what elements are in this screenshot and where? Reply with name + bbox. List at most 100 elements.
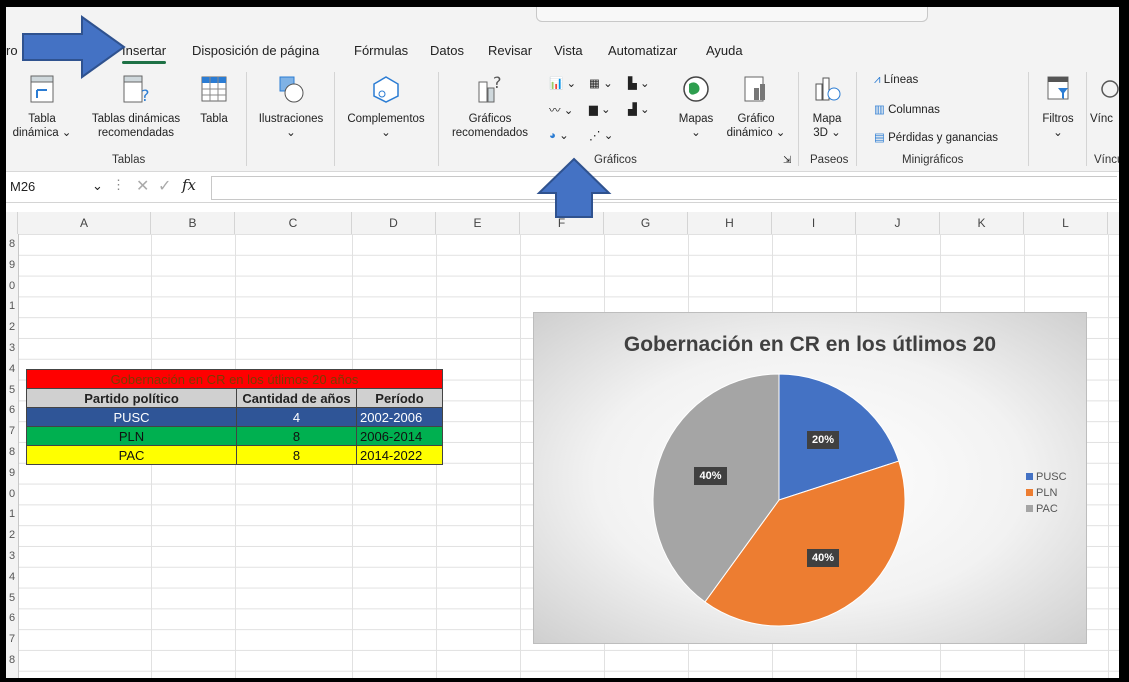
cell-years[interactable]: 8 <box>236 426 357 446</box>
header-period[interactable]: Período <box>356 388 443 408</box>
cell-party[interactable]: PAC <box>26 445 237 465</box>
column-header[interactable]: A <box>18 212 151 234</box>
row-header[interactable]: 8 <box>6 654 18 666</box>
cancel-icon[interactable]: ✕ <box>136 176 149 196</box>
row-header[interactable]: 0 <box>6 488 18 500</box>
data-label-pln[interactable]: 40% <box>806 549 839 568</box>
row-header[interactable]: 1 <box>6 300 18 312</box>
select-all-corner[interactable] <box>6 212 18 234</box>
sparkline-lines-button[interactable]: ⩘ Líneas <box>874 74 918 87</box>
cell-period[interactable]: 2002-2006 <box>356 407 443 427</box>
tab-automate[interactable]: Automatizar <box>608 43 677 58</box>
tab-help[interactable]: Ayuda <box>706 43 743 58</box>
name-box[interactable]: M26 <box>6 176 105 198</box>
pivot-table-button[interactable]: Tabla dinámica ⌄ <box>12 74 72 140</box>
chart-legend[interactable]: PUSC PLN PAC <box>1026 471 1067 519</box>
tab-view[interactable]: Vista <box>554 43 583 58</box>
tab-file[interactable]: ro <box>6 43 18 58</box>
row-header[interactable]: 2 <box>6 529 18 541</box>
column-header[interactable]: L <box>1024 212 1108 234</box>
row-header[interactable]: 9 <box>6 467 18 479</box>
formula-input[interactable] <box>211 176 1117 200</box>
header-years[interactable]: Cantidad de años <box>236 388 357 408</box>
enter-icon[interactable]: ✓ <box>158 176 171 196</box>
column-header[interactable]: I <box>772 212 856 234</box>
cell-period[interactable]: 2014-2022 <box>356 445 443 465</box>
pie-svg <box>652 373 906 627</box>
search-box[interactable] <box>536 7 928 22</box>
column-header[interactable]: H <box>688 212 772 234</box>
table-button[interactable]: Tabla <box>194 74 234 126</box>
tab-page-layout[interactable]: Disposición de página <box>192 43 319 58</box>
legend-entry[interactable]: PAC <box>1026 503 1067 515</box>
cell-party[interactable]: PUSC <box>26 407 237 427</box>
row-header[interactable]: 3 <box>6 342 18 354</box>
tab-review[interactable]: Revisar <box>488 43 532 58</box>
column-header[interactable]: C <box>235 212 352 234</box>
column-header[interactable]: B <box>151 212 235 234</box>
svg-text:?: ? <box>141 86 150 104</box>
waterfall-icon: ▙ <box>628 78 637 90</box>
pivot-chart-button[interactable]: Gráfico dinámico ⌄ <box>722 74 790 140</box>
column-chart-button[interactable]: 📊 ⌄ <box>549 76 576 90</box>
row-header[interactable]: 0 <box>6 280 18 292</box>
cell-period[interactable]: 2006-2014 <box>356 426 443 446</box>
dialog-launcher-icon[interactable]: ⇲ <box>783 155 791 166</box>
hierarchy-chart-button[interactable]: ▦ ⌄ <box>589 76 613 90</box>
recommended-charts-button[interactable]: ? Gráficos recomendados <box>446 73 534 140</box>
table-title[interactable]: Gobernación en CR en los útlimos 20 años <box>26 369 443 389</box>
column-header[interactable]: E <box>436 212 520 234</box>
row-header[interactable]: 7 <box>6 633 18 645</box>
data-label-pusc[interactable]: 20% <box>806 430 839 449</box>
row-header[interactable]: 3 <box>6 550 18 562</box>
row-header[interactable]: 5 <box>6 384 18 396</box>
maps-button[interactable]: Mapas ⌄ <box>674 74 718 140</box>
pie-chart[interactable]: Gobernación en CR en los útlimos 20 PUSC… <box>533 312 1087 644</box>
column-header[interactable]: K <box>940 212 1024 234</box>
chevron-down-icon: ⌄ <box>286 127 296 139</box>
addins-button[interactable]: Complementos ⌄ <box>340 74 432 140</box>
statistic-chart-button[interactable]: ▆ ⌄ <box>589 102 611 116</box>
row-header[interactable]: 4 <box>6 363 18 375</box>
column-header[interactable]: D <box>352 212 436 234</box>
name-box-dropdown-icon[interactable]: ⌄ <box>92 178 103 194</box>
legend-entry[interactable]: PUSC <box>1026 471 1067 483</box>
tab-formulas[interactable]: Fórmulas <box>354 43 408 58</box>
recommended-pivot-button[interactable]: ? Tablas dinámicas recomendadas <box>86 74 186 140</box>
cell-party[interactable]: PLN <box>26 426 237 446</box>
sparkline-columns-button[interactable]: ▥ Columnas <box>874 102 940 116</box>
row-header[interactable]: 9 <box>6 259 18 271</box>
combo-chart-button[interactable]: ▟ ⌄ <box>628 102 650 116</box>
3d-map-button[interactable]: Mapa 3D ⌄ <box>804 74 850 140</box>
sparkline-columns-label: Columnas <box>888 104 940 116</box>
row-header[interactable]: 8 <box>6 238 18 250</box>
more-options-icon[interactable]: ⋮ <box>112 177 125 193</box>
scatter-chart-button[interactable]: ⋰ ⌄ <box>589 128 613 142</box>
tab-data[interactable]: Datos <box>430 43 464 58</box>
row-header[interactable]: 2 <box>6 321 18 333</box>
waterfall-chart-button[interactable]: ▙ ⌄ <box>628 76 650 90</box>
cell-years[interactable]: 4 <box>236 407 357 427</box>
insert-function-button[interactable]: fx <box>182 176 196 194</box>
legend-swatch <box>1026 505 1033 512</box>
cell-years[interactable]: 8 <box>236 445 357 465</box>
row-header[interactable]: 8 <box>6 446 18 458</box>
line-chart-button[interactable]: 〰 ⌄ <box>549 102 573 118</box>
column-header[interactable]: J <box>856 212 940 234</box>
pivot-chart-label: Gráfico <box>737 113 775 125</box>
illustrations-button[interactable]: Ilustraciones ⌄ <box>252 74 330 140</box>
data-label-pac[interactable]: 40% <box>694 467 727 486</box>
legend-entry[interactable]: PLN <box>1026 487 1067 499</box>
links-button[interactable]: Vínc <box>1090 74 1119 126</box>
row-header[interactable]: 7 <box>6 425 18 437</box>
row-header[interactable]: 6 <box>6 404 18 416</box>
sparkline-winloss-button[interactable]: ▤ Pérdidas y ganancias <box>874 130 998 144</box>
pie-chart-button[interactable]: ◕ ⌄ <box>549 128 569 142</box>
row-header[interactable]: 5 <box>6 592 18 604</box>
row-header[interactable]: 6 <box>6 612 18 624</box>
column-header[interactable]: G <box>604 212 688 234</box>
row-header[interactable]: 1 <box>6 508 18 520</box>
row-header[interactable]: 4 <box>6 571 18 583</box>
header-party[interactable]: Partido político <box>26 388 237 408</box>
filters-button[interactable]: Filtros ⌄ <box>1034 74 1082 140</box>
